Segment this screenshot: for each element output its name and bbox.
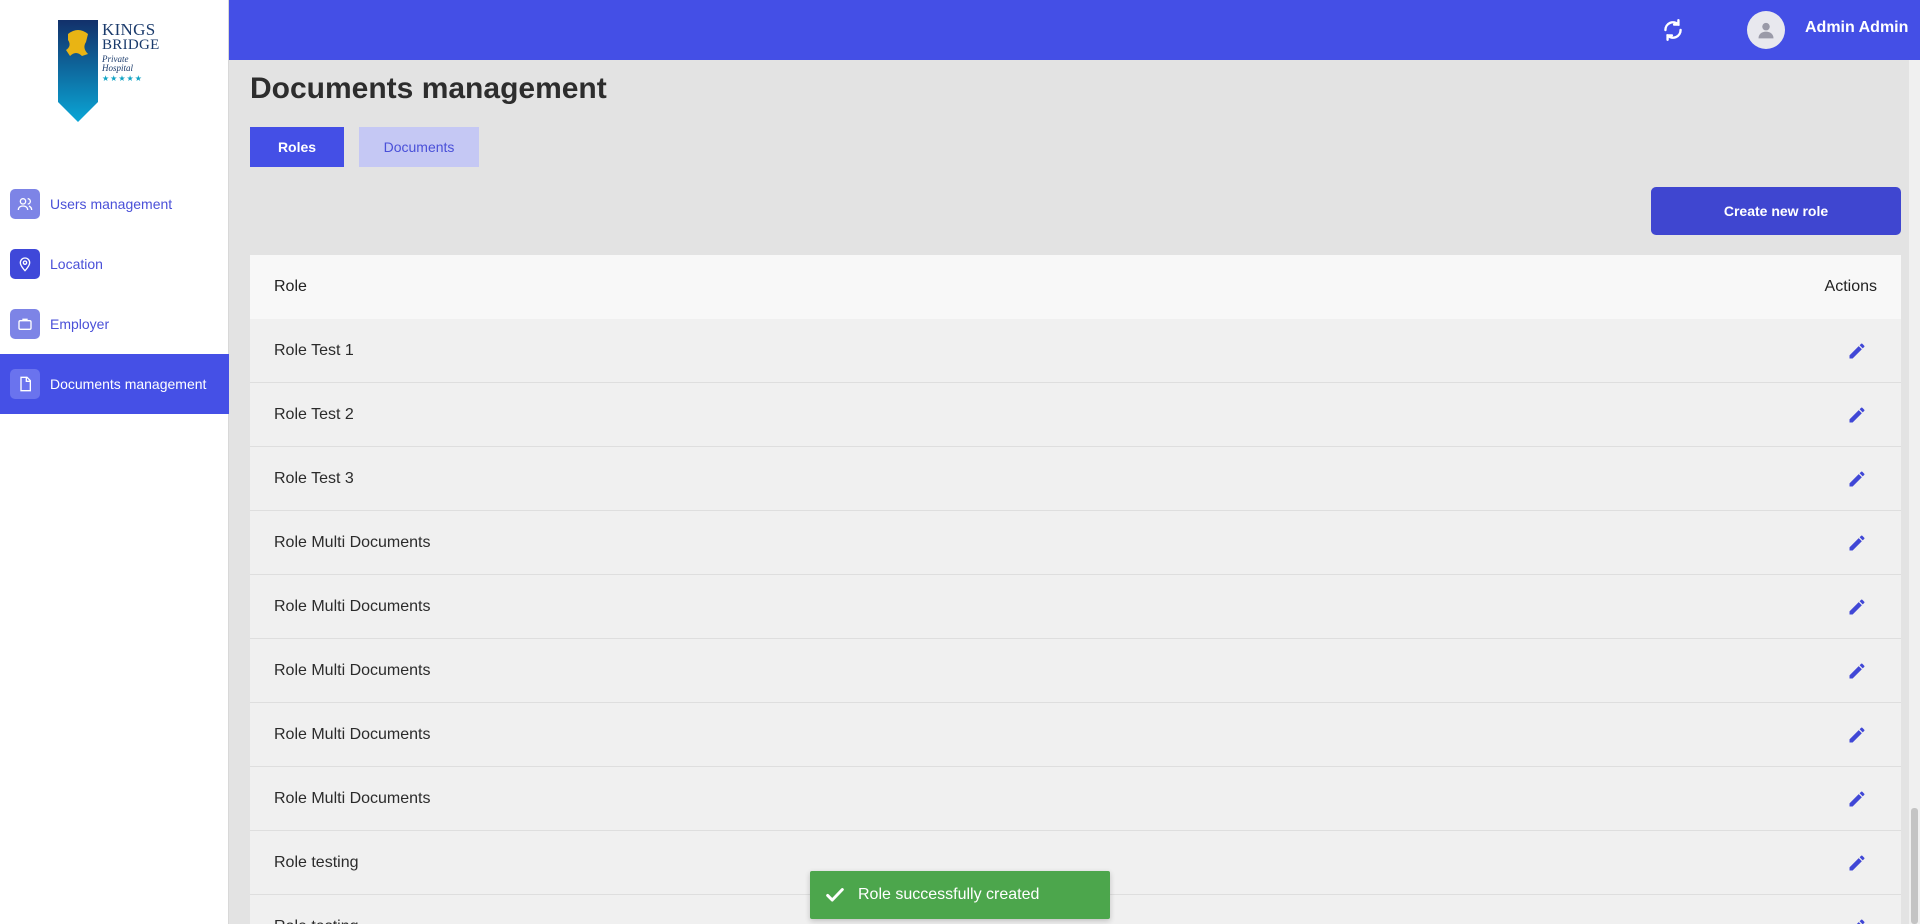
role-name: Role Multi Documents <box>274 725 431 743</box>
table-row: Role Test 3 <box>250 447 1901 511</box>
table-row: Role Multi Documents <box>250 575 1901 639</box>
sidebar-item-location[interactable]: Location <box>0 234 229 294</box>
toast-message: Role successfully created <box>858 886 1040 903</box>
role-name: Role Test 3 <box>274 469 354 487</box>
column-header-role: Role <box>274 278 307 295</box>
edit-icon[interactable] <box>1845 531 1869 555</box>
column-header-actions: Actions <box>1824 278 1877 295</box>
edit-icon[interactable] <box>1845 723 1869 747</box>
roles-table: Role Actions Role Test 1 Role Test 2 Role … <box>250 255 1901 924</box>
success-toast: Role successfully created <box>810 871 1110 919</box>
edit-icon[interactable] <box>1845 339 1869 363</box>
table-row: Role Multi Documents <box>250 639 1901 703</box>
page-title: Documents management <box>250 72 607 105</box>
sidebar-item-employer[interactable]: Employer <box>0 294 229 354</box>
hospital-logo: KINGS BRIDGE Private Hospital ★★★★★ <box>56 18 162 124</box>
role-name: Role Multi Documents <box>274 597 431 615</box>
check-icon <box>824 884 846 906</box>
sidebar-item-label: Location <box>50 256 103 272</box>
edit-icon[interactable] <box>1845 915 1869 924</box>
top-bar: Admin Admin <box>229 0 1920 60</box>
briefcase-icon <box>10 309 40 339</box>
role-name: Role testing <box>274 918 359 924</box>
sidebar: KINGS BRIDGE Private Hospital ★★★★★ User… <box>0 0 229 924</box>
map-pin-icon <box>10 249 40 279</box>
logo-text: KINGS BRIDGE Private Hospital ★★★★★ <box>102 20 160 83</box>
sidebar-item-label: Employer <box>50 316 110 332</box>
role-name: Role Multi Documents <box>274 533 431 551</box>
tab-documents[interactable]: Documents <box>359 127 479 167</box>
table-row: Role Test 2 <box>250 383 1901 447</box>
user-avatar-icon[interactable] <box>1747 11 1785 49</box>
table-row: Role Multi Documents <box>250 767 1901 831</box>
main-content: Documents management Roles Documents Cre… <box>229 60 1920 924</box>
sidebar-item-label: Users management <box>50 196 173 212</box>
user-name[interactable]: Admin Admin <box>1805 19 1908 37</box>
refresh-icon[interactable] <box>1660 17 1686 43</box>
edit-icon[interactable] <box>1845 403 1869 427</box>
table-row: Role Test 1 <box>250 319 1901 383</box>
scrollbar-track[interactable] <box>1909 60 1920 924</box>
edit-icon[interactable] <box>1845 467 1869 491</box>
tab-roles[interactable]: Roles <box>250 127 344 167</box>
sidebar-nav: Users management Location Employer Docum… <box>0 174 229 414</box>
edit-icon[interactable] <box>1845 659 1869 683</box>
role-name: Role testing <box>274 853 359 871</box>
edit-icon[interactable] <box>1845 851 1869 875</box>
role-name: Role Multi Documents <box>274 789 431 807</box>
scrollbar-thumb[interactable] <box>1911 808 1918 924</box>
sidebar-item-users-management[interactable]: Users management <box>0 174 229 234</box>
logo-banner-icon <box>58 20 98 122</box>
table-header: Role Actions <box>250 255 1901 319</box>
users-icon <box>10 189 40 219</box>
sidebar-item-documents-management[interactable]: Documents management <box>0 354 229 414</box>
edit-icon[interactable] <box>1845 787 1869 811</box>
role-name: Role Test 2 <box>274 405 354 423</box>
table-row: Role Multi Documents <box>250 703 1901 767</box>
create-new-role-button[interactable]: Create new role <box>1651 187 1901 235</box>
role-name: Role Multi Documents <box>274 661 431 679</box>
table-row: Role Multi Documents <box>250 511 1901 575</box>
sidebar-item-label: Documents management <box>50 376 207 392</box>
edit-icon[interactable] <box>1845 595 1869 619</box>
document-icon <box>10 369 40 399</box>
role-name: Role Test 1 <box>274 341 354 359</box>
